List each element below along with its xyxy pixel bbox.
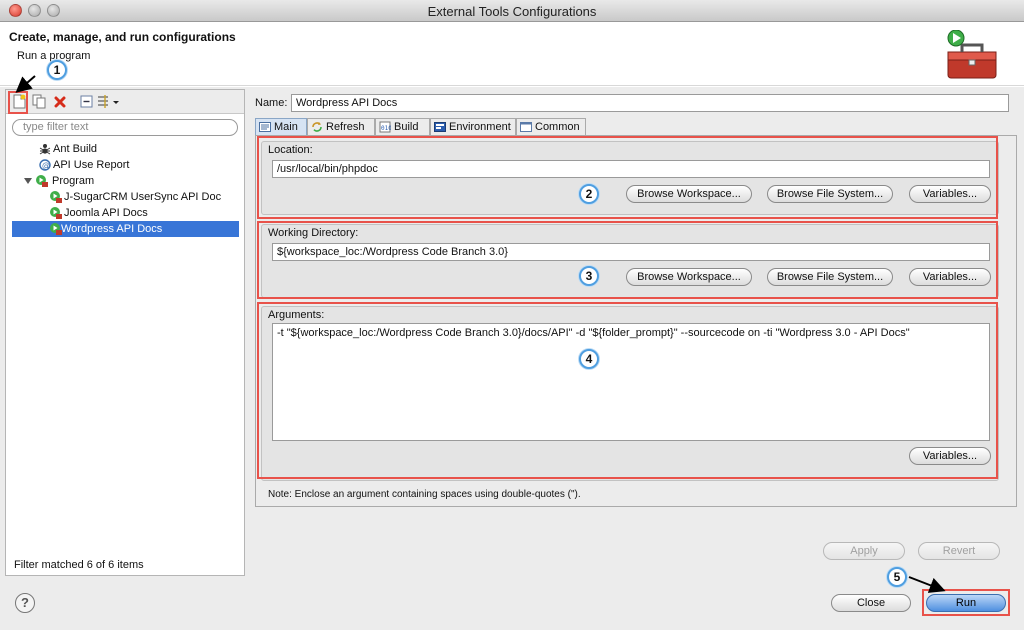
annotation-arrows (15, 75, 946, 593)
arrow-1 (15, 75, 36, 93)
arrow-5 (908, 576, 946, 593)
